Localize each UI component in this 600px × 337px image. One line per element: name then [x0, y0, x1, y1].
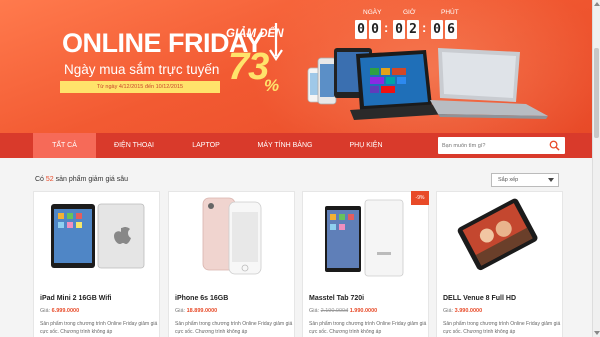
- tab-all[interactable]: TẤT CẢ: [33, 133, 96, 158]
- countdown-digit: 0: [431, 20, 443, 39]
- price-label: Giá:: [175, 308, 186, 314]
- product-name[interactable]: iPhone 6s 16GB: [175, 295, 228, 302]
- product-description: Sản phẩm trong chương trình Online Frida…: [175, 321, 293, 335]
- countdown-digit: 6: [445, 20, 457, 39]
- search-icon[interactable]: [549, 140, 560, 151]
- countdown-minutes-label: PHÚT: [441, 9, 459, 16]
- product-description: Sản phẩm trong chương trình Online Frida…: [309, 321, 427, 335]
- tab-accessories[interactable]: PHỤ KIỆN: [336, 133, 396, 158]
- price-label: Giá:: [40, 308, 51, 314]
- search-input[interactable]: [442, 137, 542, 154]
- banner-subtitle: Ngày mua sắm trực tuyến: [64, 62, 220, 77]
- category-nav: TẤT CẢ ĐIỆN THOẠI LAPTOP MÁY TÍNH BẢNG P…: [0, 133, 600, 158]
- product-name[interactable]: DELL Venue 8 Full HD: [443, 295, 516, 302]
- product-name[interactable]: Masstel Tab 720i: [309, 295, 364, 302]
- product-description: Sản phẩm trong chương trình Online Frida…: [40, 321, 158, 335]
- product-price: Giá: 18.899.0000: [175, 308, 217, 314]
- price-label: Giá:: [309, 308, 320, 314]
- product-card[interactable]: iPhone 6s 16GB Giá: 18.899.0000 Sản phẩm…: [168, 191, 295, 337]
- scrollbar-thumb[interactable]: [594, 48, 599, 138]
- countdown-separator: :: [384, 20, 389, 35]
- product-price: Giá: 2.190.000đ 1.990.0000: [309, 308, 377, 314]
- sort-label: Sắp xếp: [498, 177, 519, 183]
- product-card[interactable]: iPad Mini 2 16GB Wifi Giá: 6.999.0000 Sả…: [33, 191, 160, 337]
- tab-laptops[interactable]: LAPTOP: [180, 133, 232, 158]
- tab-tablets[interactable]: MÁY TÍNH BẢNG: [246, 133, 324, 158]
- countdown-digit: 0: [355, 20, 367, 39]
- chevron-down-icon: [548, 178, 554, 182]
- current-price: 6.999.0000: [51, 308, 80, 314]
- discount-value: 73: [228, 46, 269, 88]
- countdown-digit: 0: [393, 20, 405, 39]
- countdown-days-label: NGÀY: [363, 9, 382, 16]
- product-card[interactable]: -9% Masstel Tab 720i Giá: 2.190.000đ 1.9…: [302, 191, 429, 337]
- product-count: Có 52 sản phẩm giảm giá sâu: [35, 176, 128, 183]
- countdown-labels: NGÀY GIỜ PHÚT: [355, 9, 465, 19]
- count-prefix: Có: [35, 176, 44, 183]
- down-arrow-icon: [269, 23, 283, 61]
- countdown-days: 0 0: [355, 20, 381, 39]
- current-price: 18.899.0000: [186, 308, 218, 314]
- product-price: Giá: 6.999.0000: [40, 308, 79, 314]
- discount-badge: -9%: [411, 191, 429, 205]
- promo-banner[interactable]: ONLINE FRIDAY Ngày mua sắm trực tuyến Từ…: [0, 0, 600, 133]
- countdown-digit: 0: [369, 20, 381, 39]
- discount-unit: %: [264, 76, 280, 95]
- product-name[interactable]: iPad Mini 2 16GB Wifi: [40, 295, 112, 302]
- product-card[interactable]: DELL Venue 8 Full HD Giá: 3.990.0000 Sản…: [436, 191, 563, 337]
- scroll-up-icon[interactable]: [594, 2, 600, 6]
- countdown-minutes: 0 6: [431, 20, 457, 39]
- product-price: Giá: 3.990.0000: [443, 308, 482, 314]
- sort-dropdown[interactable]: Sắp xếp: [491, 173, 559, 187]
- countdown-separator: :: [422, 20, 427, 35]
- current-price: 1.990.0000: [349, 308, 378, 314]
- product-image: [51, 203, 145, 269]
- devices-illustration: [307, 48, 548, 120]
- product-image: [457, 198, 538, 271]
- current-price: 3.990.0000: [454, 308, 483, 314]
- product-image: [325, 199, 404, 277]
- page: ONLINE FRIDAY Ngày mua sắm trực tuyến Từ…: [0, 0, 600, 337]
- product-image: [202, 197, 262, 275]
- tab-phones[interactable]: ĐIỆN THOẠI: [102, 133, 166, 158]
- countdown-hours: 0 2: [393, 20, 419, 39]
- old-price: 2.190.000đ: [320, 308, 349, 314]
- countdown-digit: 2: [407, 20, 419, 39]
- count-value: 52: [45, 176, 54, 183]
- scrollbar[interactable]: [592, 0, 600, 337]
- search-box: [438, 137, 565, 154]
- price-label: Giá:: [443, 308, 454, 314]
- countdown-hours-label: GIỜ: [403, 9, 416, 16]
- product-section: Có 52 sản phẩm giảm giá sâu Sắp xếp iPad…: [0, 158, 592, 337]
- scroll-down-icon[interactable]: [594, 331, 600, 335]
- product-description: Sản phẩm trong chương trình Online Frida…: [443, 321, 561, 335]
- banner-date-range: Từ ngày 4/12/2015 đến 10/12/2015: [60, 81, 220, 93]
- count-suffix: sản phẩm giảm giá sâu: [55, 176, 129, 183]
